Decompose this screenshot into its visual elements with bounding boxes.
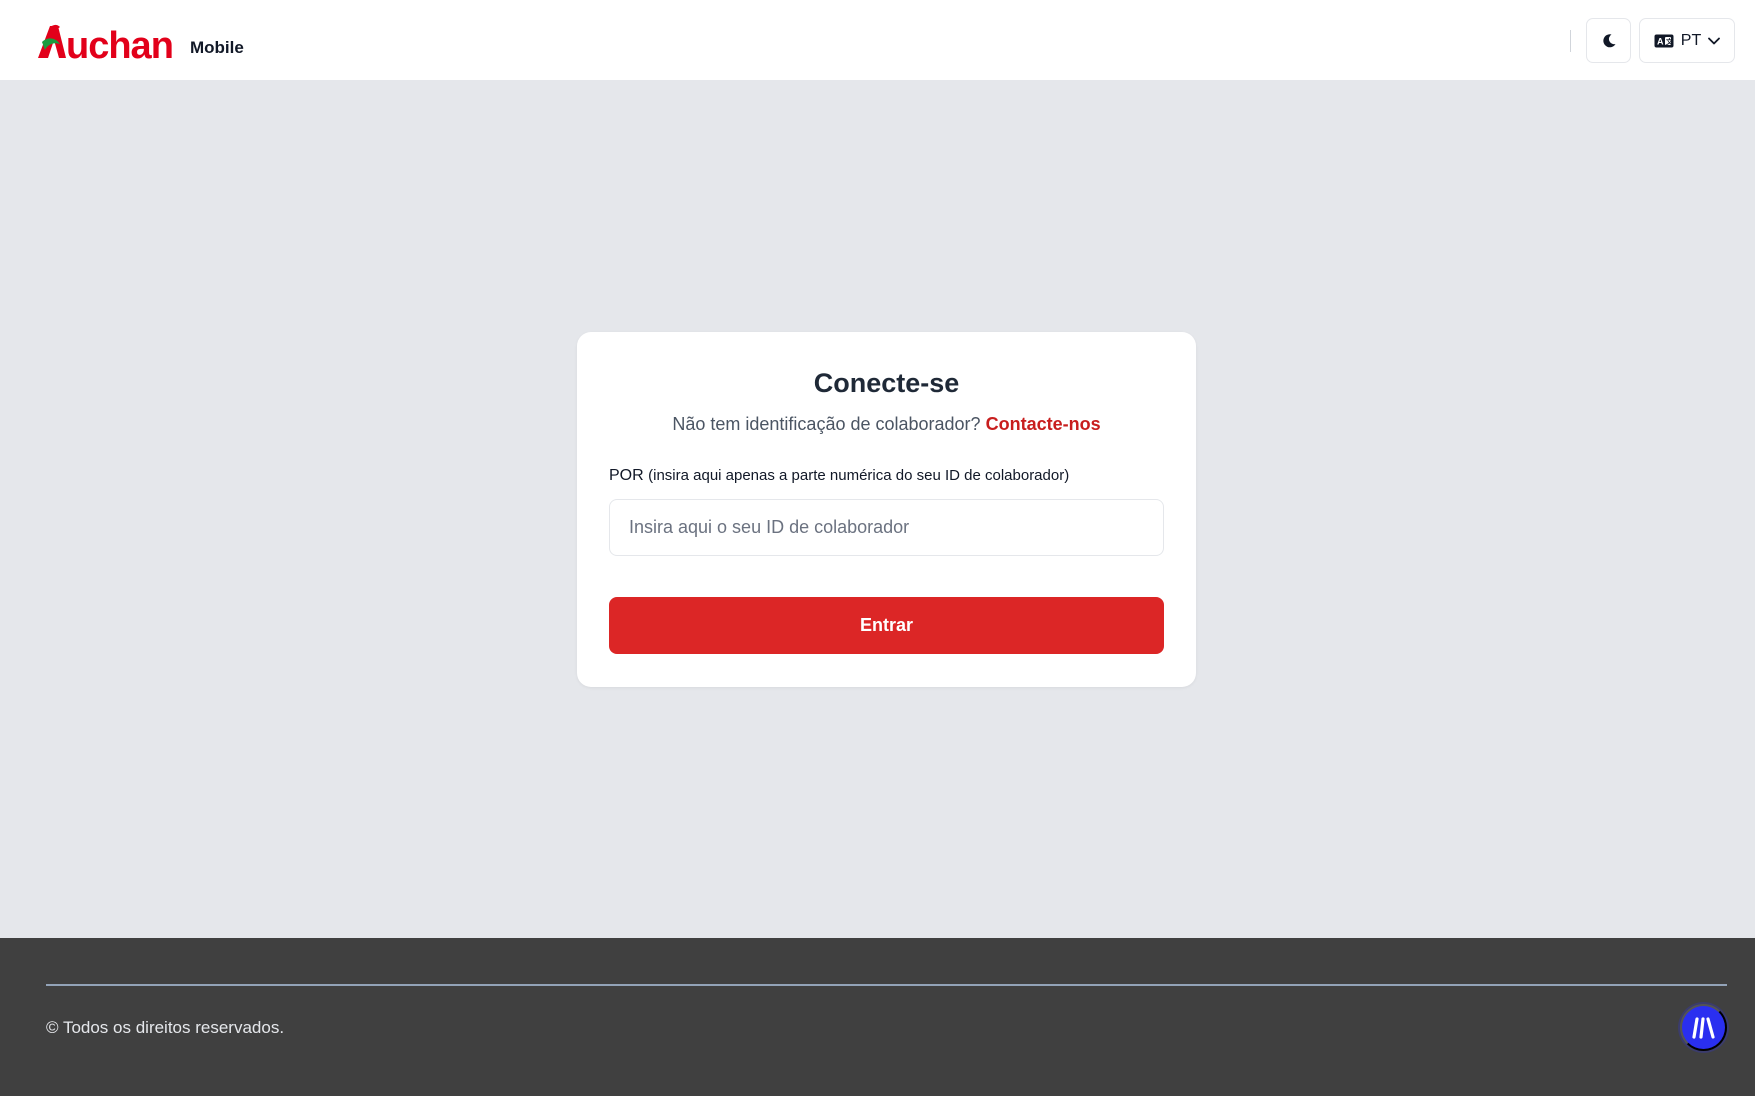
footer-divider (46, 984, 1727, 986)
language-icon: A 文 (1654, 34, 1674, 47)
moon-icon (1602, 33, 1615, 47)
auchan-logo[interactable]: uchan Mobile (36, 18, 244, 62)
svg-text:uchan: uchan (66, 25, 173, 62)
signup-prompt-text: Não tem identificação de colaborador? (672, 414, 981, 434)
employee-id-label-hint: (insira aqui apenas a parte numérica do … (648, 467, 1070, 484)
header-divider (1570, 30, 1571, 52)
login-card: Conecte-se Não tem identificação de cola… (577, 332, 1196, 687)
chevron-down-icon (1708, 37, 1721, 44)
language-select[interactable]: A 文 PT (1639, 18, 1735, 63)
page-footer: © Todos os direitos reservados. (0, 938, 1755, 1096)
copyright-text: © Todos os direitos reservados. (46, 1018, 285, 1037)
page-title: Conecte-se (813, 368, 960, 398)
top-header: uchan Mobile A 文 PT (0, 0, 1755, 81)
svg-text:A: A (1657, 36, 1664, 46)
employee-id-label-prefix: POR (609, 467, 644, 484)
contact-link[interactable]: Contacte-nos (986, 414, 1101, 434)
floating-action-button[interactable] (1680, 1004, 1727, 1051)
brand-stripes-icon (1691, 1016, 1715, 1039)
submit-button[interactable]: Entrar (609, 597, 1164, 654)
login-page: uchan Mobile A 文 PT Conecte-se Não tem i… (0, 0, 1755, 1096)
language-code: PT (1680, 31, 1702, 49)
auchan-logo-mark: uchan (38, 24, 174, 62)
employee-id-label: POR (insira aqui apenas a parte numérica… (609, 467, 1069, 485)
signup-prompt: Não tem identificação de colaborador? Co… (577, 414, 1196, 435)
theme-toggle-button[interactable] (1586, 18, 1631, 63)
employee-id-input[interactable] (609, 499, 1164, 556)
svg-text:文: 文 (1666, 36, 1674, 45)
brand-suffix: Mobile (190, 38, 244, 57)
